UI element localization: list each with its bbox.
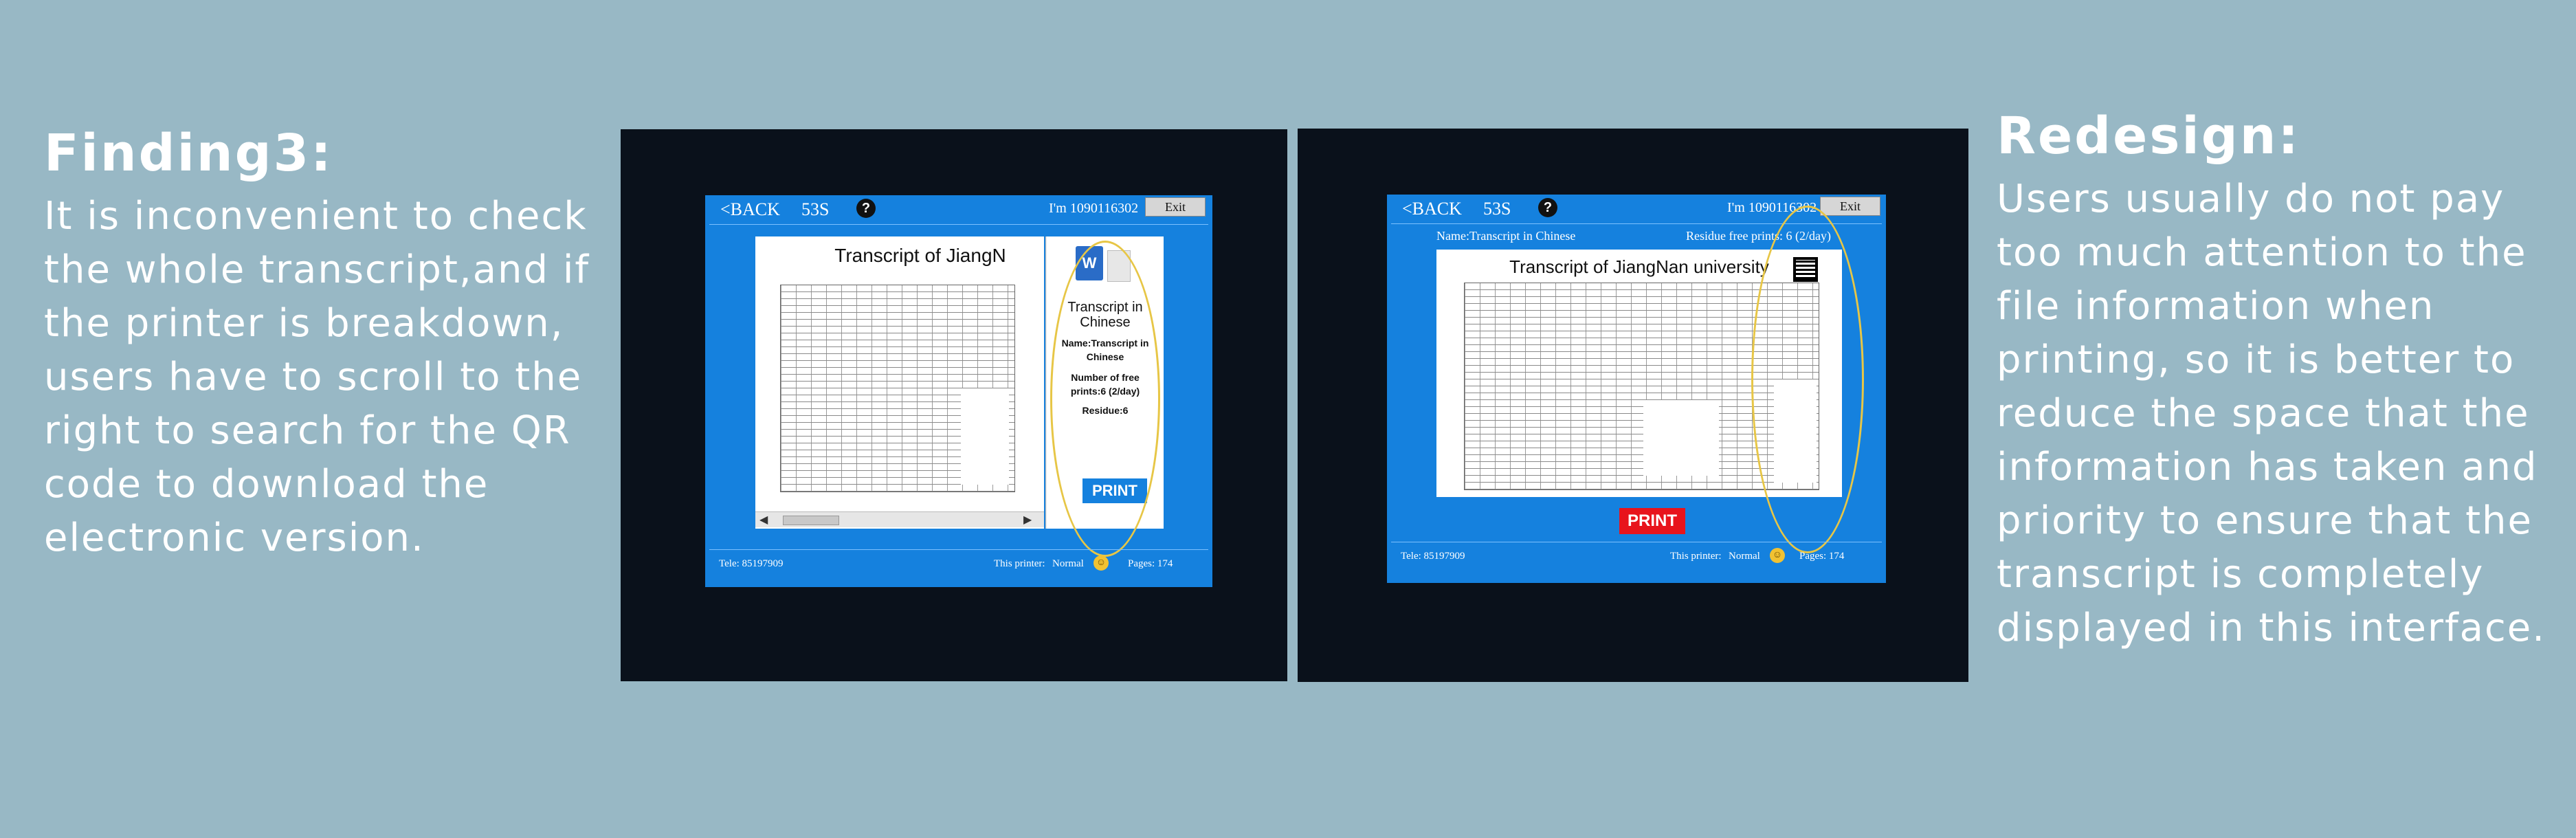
horizontal-scrollbar[interactable]: ◀ ▶ xyxy=(755,511,1044,527)
smiley-icon: ☺ xyxy=(1093,555,1109,571)
highlight-ellipse xyxy=(1751,206,1864,553)
countdown-timer: 53S xyxy=(801,199,830,219)
transcript-title: Transcript of JiangN xyxy=(834,245,1006,266)
divider xyxy=(709,549,1208,550)
back-button[interactable]: <BACK xyxy=(720,199,780,220)
back-button[interactable]: <BACK xyxy=(1402,199,1462,219)
kiosk-screen-after: <BACK 53S ? I'm 1090116302 Exit Name:Tra… xyxy=(1387,195,1886,583)
tele-label: Tele: 85197909 xyxy=(1401,551,1465,562)
exit-button[interactable]: Exit xyxy=(1145,197,1206,217)
transcript-preview[interactable]: Transcript of JiangN ▲ ▼ ◀ ▶ xyxy=(755,235,1056,529)
print-button[interactable]: PRINT xyxy=(1619,508,1685,534)
countdown-timer: 53S xyxy=(1483,199,1511,219)
tele-label: Tele: 85197909 xyxy=(719,558,784,569)
scroll-thumb[interactable] xyxy=(783,516,839,525)
finding-section: Finding3: It is inconvenient to check th… xyxy=(44,124,608,565)
redesign-section: Redesign: Users usually do not pay too m… xyxy=(1997,107,2567,655)
pages-count: Pages: 174 xyxy=(1799,551,1845,562)
before-screenshot-frame: <BACK 53S ? I'm 1090116302 Exit Transcri… xyxy=(621,129,1287,681)
transcript-table xyxy=(780,285,1015,492)
printer-status: Normal xyxy=(1729,551,1760,562)
printer-label: This printer: xyxy=(994,558,1045,569)
printer-label: This printer: xyxy=(1670,551,1722,562)
printer-status: Normal xyxy=(1052,558,1084,569)
highlight-ellipse xyxy=(1050,241,1160,557)
file-name-info: Name:Transcript in Chinese xyxy=(1436,229,1576,243)
after-screenshot-frame: <BACK 53S ? I'm 1090116302 Exit Name:Tra… xyxy=(1298,129,1968,682)
redesign-text: Users usually do not pay too much attent… xyxy=(1997,177,2546,650)
finding-title: Finding3: xyxy=(44,124,333,183)
scroll-left-icon[interactable]: ◀ xyxy=(759,513,768,526)
exit-button[interactable]: Exit xyxy=(1820,197,1880,216)
top-bar: <BACK 53S ? I'm 1090116302 Exit xyxy=(705,195,1212,224)
pages-count: Pages: 174 xyxy=(1128,558,1173,569)
kiosk-screen-before: <BACK 53S ? I'm 1090116302 Exit Transcri… xyxy=(705,195,1212,587)
question-circle-icon[interactable]: ? xyxy=(1538,198,1557,217)
divider xyxy=(709,224,1208,225)
user-id-label: I'm 1090116302 xyxy=(1049,201,1139,216)
finding-text: It is inconvenient to check the whole tr… xyxy=(44,194,590,560)
question-circle-icon[interactable]: ? xyxy=(856,199,876,218)
redesign-title: Redesign: xyxy=(1997,107,2300,166)
smiley-icon: ☺ xyxy=(1770,548,1785,563)
scroll-right-icon[interactable]: ▶ xyxy=(1023,513,1032,526)
